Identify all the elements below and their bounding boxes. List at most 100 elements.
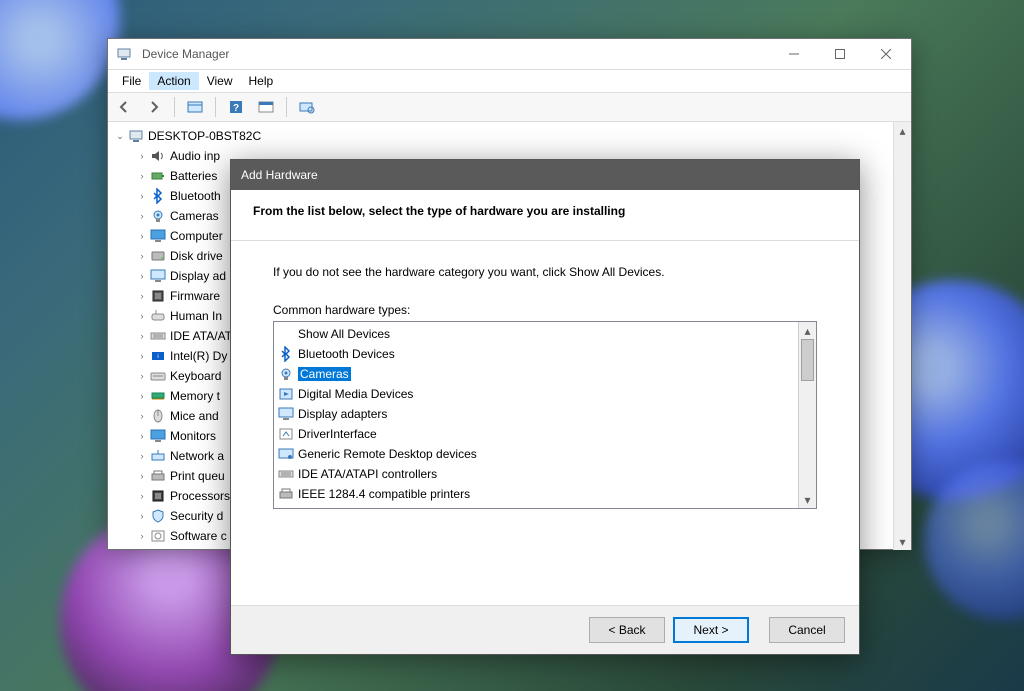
list-item-label: IDE ATA/ATAPI controllers <box>298 467 437 481</box>
tree-item-label: Processors <box>170 489 230 503</box>
expand-icon[interactable]: › <box>136 530 148 542</box>
bluetooth-icon <box>150 188 166 204</box>
expand-icon[interactable]: › <box>136 150 148 162</box>
tree-item-label: Display ad <box>170 269 226 283</box>
list-item-label: Display adapters <box>298 407 387 421</box>
scroll-thumb[interactable] <box>801 339 814 381</box>
tree-item-label: Intel(R) Dy <box>170 349 227 363</box>
display-icon <box>278 406 294 422</box>
wizard-footer: < Back Next > Cancel <box>231 605 859 654</box>
monitor-icon <box>150 228 166 244</box>
bluetooth-icon <box>278 346 294 362</box>
tree-item-label: Monitors <box>170 429 216 443</box>
wizard-title: Add Hardware <box>241 168 318 182</box>
menu-action[interactable]: Action <box>149 72 198 90</box>
mouse-icon <box>150 408 166 424</box>
driver-icon <box>278 426 294 442</box>
vertical-scrollbar[interactable]: ▴ ▾ <box>893 122 911 550</box>
computer-icon <box>116 46 132 62</box>
list-item-label: IEEE 1284.4 compatible printers <box>298 487 470 501</box>
collapse-icon[interactable]: ⌄ <box>114 130 126 142</box>
list-item[interactable]: IEEE 1284.4 devices <box>274 504 798 508</box>
scroll-track[interactable] <box>894 139 911 533</box>
printer-icon <box>278 486 294 502</box>
list-item[interactable]: Digital Media Devices <box>274 384 798 404</box>
list-item[interactable]: Generic Remote Desktop devices <box>274 444 798 464</box>
tree-item-label: Human In <box>170 309 222 323</box>
properties-button[interactable] <box>254 95 278 119</box>
expand-icon[interactable]: › <box>136 490 148 502</box>
wizard-titlebar[interactable]: Add Hardware <box>231 160 859 190</box>
list-item-label: Digital Media Devices <box>298 387 413 401</box>
tree-root[interactable]: ⌄ DESKTOP-0BST82C <box>108 126 894 146</box>
menu-file[interactable]: File <box>114 72 149 90</box>
toolbar-separator <box>286 97 287 117</box>
expand-icon[interactable]: › <box>136 270 148 282</box>
expand-icon[interactable]: › <box>136 510 148 522</box>
toolbar-separator <box>174 97 175 117</box>
expand-icon[interactable]: › <box>136 410 148 422</box>
expand-icon[interactable]: › <box>136 230 148 242</box>
expand-icon[interactable]: › <box>136 390 148 402</box>
security-icon <box>150 508 166 524</box>
tree-item-label: Bluetooth <box>170 189 221 203</box>
expand-icon[interactable]: › <box>136 450 148 462</box>
help-button[interactable]: ? <box>224 95 248 119</box>
hid-icon <box>150 308 166 324</box>
list-item-label: Show All Devices <box>298 327 390 341</box>
wizard-header: From the list below, select the type of … <box>231 190 859 241</box>
expand-icon[interactable]: › <box>136 190 148 202</box>
camera-icon <box>278 366 294 382</box>
expand-icon[interactable]: › <box>136 170 148 182</box>
intel-icon: i <box>150 348 166 364</box>
list-item[interactable]: Display adapters <box>274 404 798 424</box>
battery-icon <box>150 168 166 184</box>
scroll-down-icon[interactable]: ▾ <box>799 491 816 508</box>
svg-text:i: i <box>157 354 158 360</box>
expand-icon[interactable]: › <box>136 470 148 482</box>
scroll-down-icon[interactable]: ▾ <box>894 533 911 550</box>
menu-view[interactable]: View <box>199 72 241 90</box>
list-item[interactable]: IEEE 1284.4 compatible printers <box>274 484 798 504</box>
hardware-types-list[interactable]: Show All Devices Bluetooth DevicesCameras… <box>273 321 817 509</box>
expand-icon[interactable]: › <box>136 250 148 262</box>
menu-help[interactable]: Help <box>241 72 282 90</box>
tree-item-label: Batteries <box>170 169 217 183</box>
scroll-up-icon[interactable]: ▴ <box>894 122 911 139</box>
list-item-label: DriverInterface <box>298 427 377 441</box>
list-scrollbar[interactable]: ▴ ▾ <box>798 322 816 508</box>
forward-button[interactable] <box>142 95 166 119</box>
tree-item-label: Audio inp <box>170 149 220 163</box>
tree-item-label: Cameras <box>170 209 219 223</box>
expand-icon[interactable]: › <box>136 370 148 382</box>
expand-icon[interactable]: › <box>136 210 148 222</box>
expand-icon[interactable]: › <box>136 430 148 442</box>
ide-icon <box>278 466 294 482</box>
minimize-button[interactable] <box>771 39 817 69</box>
back-button[interactable] <box>112 95 136 119</box>
expand-icon[interactable]: › <box>136 310 148 322</box>
expand-icon[interactable]: › <box>136 330 148 342</box>
list-item[interactable]: Cameras <box>274 364 798 384</box>
tree-item-label: Network a <box>170 449 224 463</box>
add-hardware-wizard: Add Hardware From the list below, select… <box>230 159 860 655</box>
show-hidden-button[interactable] <box>183 95 207 119</box>
scan-hardware-button[interactable] <box>295 95 319 119</box>
tree-item-label: Security d <box>170 509 223 523</box>
window-titlebar[interactable]: Device Manager <box>108 39 911 69</box>
scroll-up-icon[interactable]: ▴ <box>799 322 816 339</box>
cpu-icon <box>150 488 166 504</box>
next-button[interactable]: Next > <box>673 617 749 643</box>
list-item[interactable]: IDE ATA/ATAPI controllers <box>274 464 798 484</box>
wizard-hint: If you do not see the hardware category … <box>273 265 817 279</box>
expand-icon[interactable]: › <box>136 350 148 362</box>
cancel-button[interactable]: Cancel <box>769 617 845 643</box>
list-item[interactable]: Bluetooth Devices <box>274 344 798 364</box>
list-item[interactable]: DriverInterface <box>274 424 798 444</box>
list-item[interactable]: Show All Devices <box>274 324 798 344</box>
maximize-button[interactable] <box>817 39 863 69</box>
expand-icon[interactable]: › <box>136 290 148 302</box>
close-button[interactable] <box>863 39 909 69</box>
back-button[interactable]: < Back <box>589 617 665 643</box>
ide-icon <box>150 328 166 344</box>
